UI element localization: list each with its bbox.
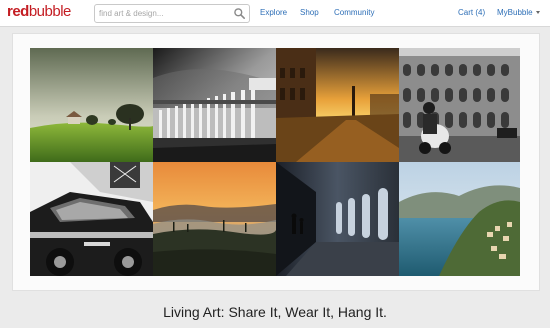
arcade-walkway-dark-image: [276, 162, 399, 276]
vintage-car-bw-image: [30, 162, 153, 276]
tuscany-hills-dusk-image: [153, 162, 276, 276]
gallery-tile[interactable]: [30, 48, 153, 162]
search-box: [94, 4, 250, 23]
search-icon[interactable]: [233, 7, 246, 20]
chevron-down-icon: [535, 11, 540, 15]
nav-mybubble[interactable]: MyBubble: [497, 8, 540, 17]
gallery-tile[interactable]: [153, 162, 276, 276]
logo-red-text: red: [7, 3, 29, 20]
search-input[interactable]: [99, 6, 229, 20]
nav-cart[interactable]: Cart (4): [458, 8, 485, 17]
mybubble-label: MyBubble: [497, 8, 533, 17]
colosseum-scooter-image: [399, 48, 520, 162]
gallery-tile[interactable]: [399, 162, 520, 276]
top-bar: redbubble Explore Shop Community Cart (4…: [0, 0, 550, 27]
gallery-tile[interactable]: [30, 162, 153, 276]
photo-gallery: [30, 48, 520, 276]
logo-bubble-text: bubble: [28, 3, 72, 20]
gallery-tile[interactable]: [276, 162, 399, 276]
colonnade-bw-image: [153, 48, 276, 162]
amalfi-coast-image: [399, 162, 520, 276]
site-tagline: Living Art: Share It, Wear It, Hang It.: [163, 304, 387, 320]
nav-shop[interactable]: Shop: [300, 8, 319, 17]
green-field-trees-image: [30, 48, 153, 162]
gallery-tile[interactable]: [399, 48, 520, 162]
gallery-tile[interactable]: [153, 48, 276, 162]
gallery-tile[interactable]: [276, 48, 399, 162]
redbubble-logo[interactable]: redbubble: [7, 3, 71, 20]
nav-explore[interactable]: Explore: [260, 8, 287, 17]
nav-community[interactable]: Community: [334, 8, 374, 17]
venice-sunset-image: [276, 48, 399, 162]
